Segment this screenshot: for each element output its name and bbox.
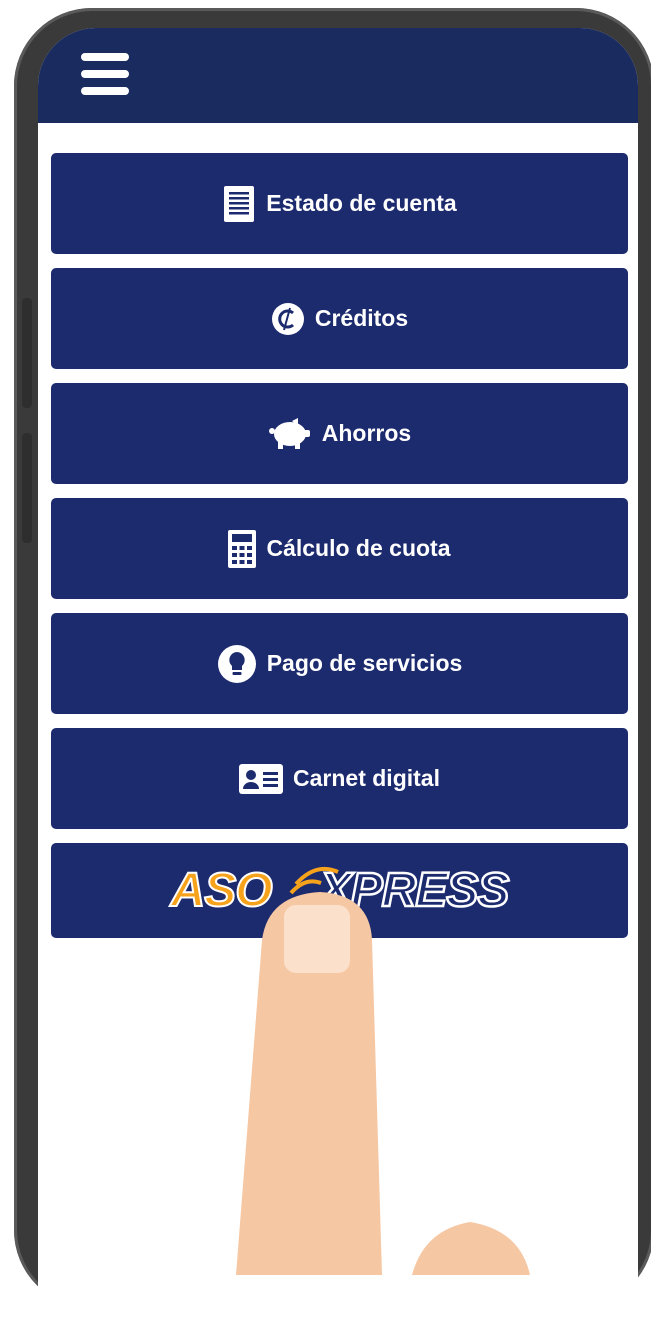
calculator-icon: [228, 529, 257, 568]
side-button-upper: [22, 298, 32, 408]
asoexpress-button[interactable]: ASO XPRESS: [51, 843, 628, 938]
lightbulb-icon: [217, 644, 257, 684]
logo-left-text: ASO: [170, 863, 274, 918]
pago-de-servicios-label: Pago de servicios: [266, 650, 463, 676]
carnet-digital-button[interactable]: Carnet digital: [51, 728, 628, 829]
pago-de-servicios-button[interactable]: Pago de servicios: [51, 613, 628, 714]
colon-coin-icon: [271, 302, 305, 336]
ahorros-button[interactable]: Ahorros: [51, 383, 628, 484]
creditos-label: Créditos: [314, 305, 409, 331]
carnet-digital-label: Carnet digital: [293, 765, 440, 791]
side-button-lower: [22, 433, 32, 543]
app-bar: [38, 28, 638, 123]
id-card-icon: [239, 763, 284, 794]
creditos-button[interactable]: Créditos: [51, 268, 628, 369]
calculo-de-cuota-label: Cálculo de cuota: [266, 535, 451, 561]
hamburger-menu-icon[interactable]: [81, 53, 129, 95]
document-icon: [222, 185, 256, 222]
estado-de-cuenta-button[interactable]: Estado de cuenta: [51, 153, 628, 254]
asoexpress-logo: ASO XPRESS: [170, 863, 511, 919]
piggy-bank-icon: [268, 417, 312, 450]
logo-right-text: XPRESS: [318, 863, 510, 919]
phone-screen: Estado de cuenta Créditos Ahorros Cálcul…: [38, 28, 638, 1328]
ahorros-label: Ahorros: [321, 420, 412, 446]
calculo-de-cuota-button[interactable]: Cálculo de cuota: [51, 498, 628, 599]
estado-de-cuenta-label: Estado de cuenta: [266, 190, 457, 216]
main-menu: Estado de cuenta Créditos Ahorros Cálcul…: [51, 153, 628, 952]
